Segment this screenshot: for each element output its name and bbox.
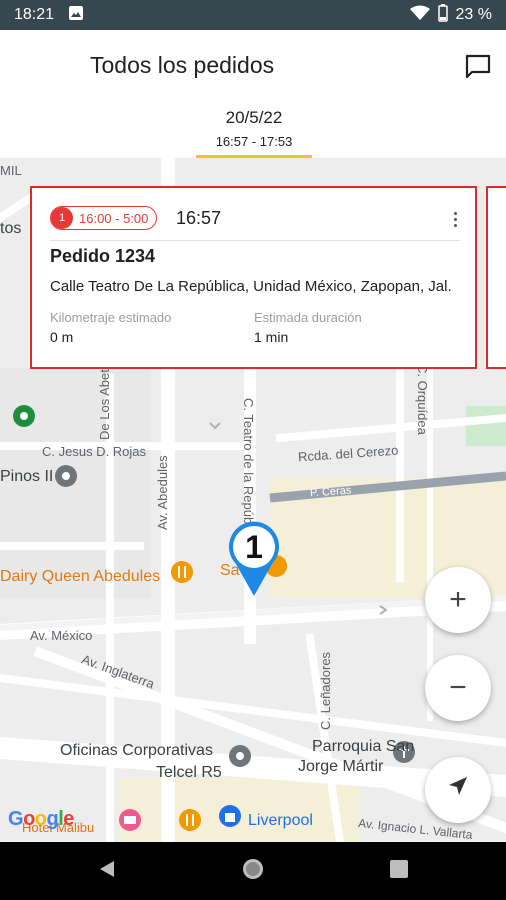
map-label: tos (0, 220, 22, 237)
map-label-poi: Telcel R5 (156, 764, 222, 781)
badge-number: 1 (51, 207, 73, 229)
next-order-card[interactable] (486, 186, 506, 369)
order-card[interactable]: 1 16:00 - 5:00 16:57 Pedido 1234 Calle T… (30, 186, 477, 369)
map-label-poi: Liverpool (248, 812, 313, 829)
tab-time-range: 16:57 - 17:53 (215, 134, 293, 149)
order-address: Calle Teatro De La República, Unidad Méx… (50, 278, 452, 295)
home-icon (241, 857, 265, 886)
badge-range: 16:00 - 5:00 (79, 210, 149, 226)
recents-icon (389, 859, 409, 884)
wifi-icon (409, 5, 430, 26)
time-window-badge: 1 16:00 - 5:00 (50, 206, 158, 230)
my-location-button[interactable] (425, 757, 491, 823)
back-icon (98, 859, 116, 884)
map-label-poi: Parroquia San (312, 738, 415, 755)
map-label-poi: Jorge Mártir (298, 758, 384, 775)
km-metric: Kilometraje estimado 0 m (50, 310, 171, 345)
map-view[interactable]: MIL tos C. Jesus D. Rojas Pinos II De Lo… (0, 158, 506, 842)
map-label: C. Leñadores (318, 651, 333, 730)
back-button[interactable] (92, 856, 122, 886)
minus-icon: − (449, 671, 467, 704)
battery-icon (437, 3, 448, 27)
order-marker[interactable]: 1 (226, 520, 282, 598)
chat-button[interactable] (458, 48, 498, 88)
recents-button[interactable] (384, 856, 414, 886)
duration-label: Estimada duración (254, 310, 362, 325)
map-label-poi: Dairy Queen Abedules (0, 568, 161, 585)
tab-date-label: 20/5/22 (225, 108, 283, 127)
chat-icon (464, 53, 492, 84)
system-nav-bar (0, 842, 506, 900)
battery-percent: 23 % (455, 6, 492, 23)
image-icon (68, 5, 84, 26)
more-options-button[interactable] (448, 206, 462, 232)
map-label: C. Jesus D. Rojas (42, 444, 147, 459)
navigation-arrow-icon (445, 773, 471, 807)
duration-metric: Estimada duración 1 min (254, 310, 362, 345)
marker-number: 1 (245, 529, 263, 565)
duration-value: 1 min (254, 329, 289, 345)
page-title: Todos los pedidos (90, 52, 275, 78)
order-time: 16:57 (176, 208, 222, 228)
zoom-out-button[interactable]: − (425, 655, 491, 721)
map-label: Av. México (30, 628, 93, 643)
status-time: 18:21 (14, 6, 55, 23)
zoom-in-button[interactable]: + (425, 567, 491, 633)
google-logo: Google (8, 808, 74, 830)
tab-date[interactable]: 20/5/22 16:57 - 17:53 (196, 106, 312, 158)
plus-icon: + (449, 583, 467, 616)
map-label: MIL (0, 163, 22, 178)
map-label: C. Orquídea (415, 364, 430, 435)
km-value: 0 m (50, 329, 74, 345)
card-divider (50, 240, 460, 241)
status-bar: 18:21 23 % (0, 0, 506, 30)
map-label-poi: Oficinas Corporativas (60, 742, 213, 759)
more-vert-icon (453, 211, 457, 215)
map-label: Pinos II (0, 468, 54, 485)
home-button[interactable] (238, 856, 268, 886)
order-title: Pedido 1234 (50, 246, 156, 266)
km-label: Kilometraje estimado (50, 310, 172, 325)
map-label: Av. Abedules (155, 455, 170, 530)
app-bar: Todos los pedidos 20/5/22 16:57 - 17:53 (0, 30, 506, 158)
